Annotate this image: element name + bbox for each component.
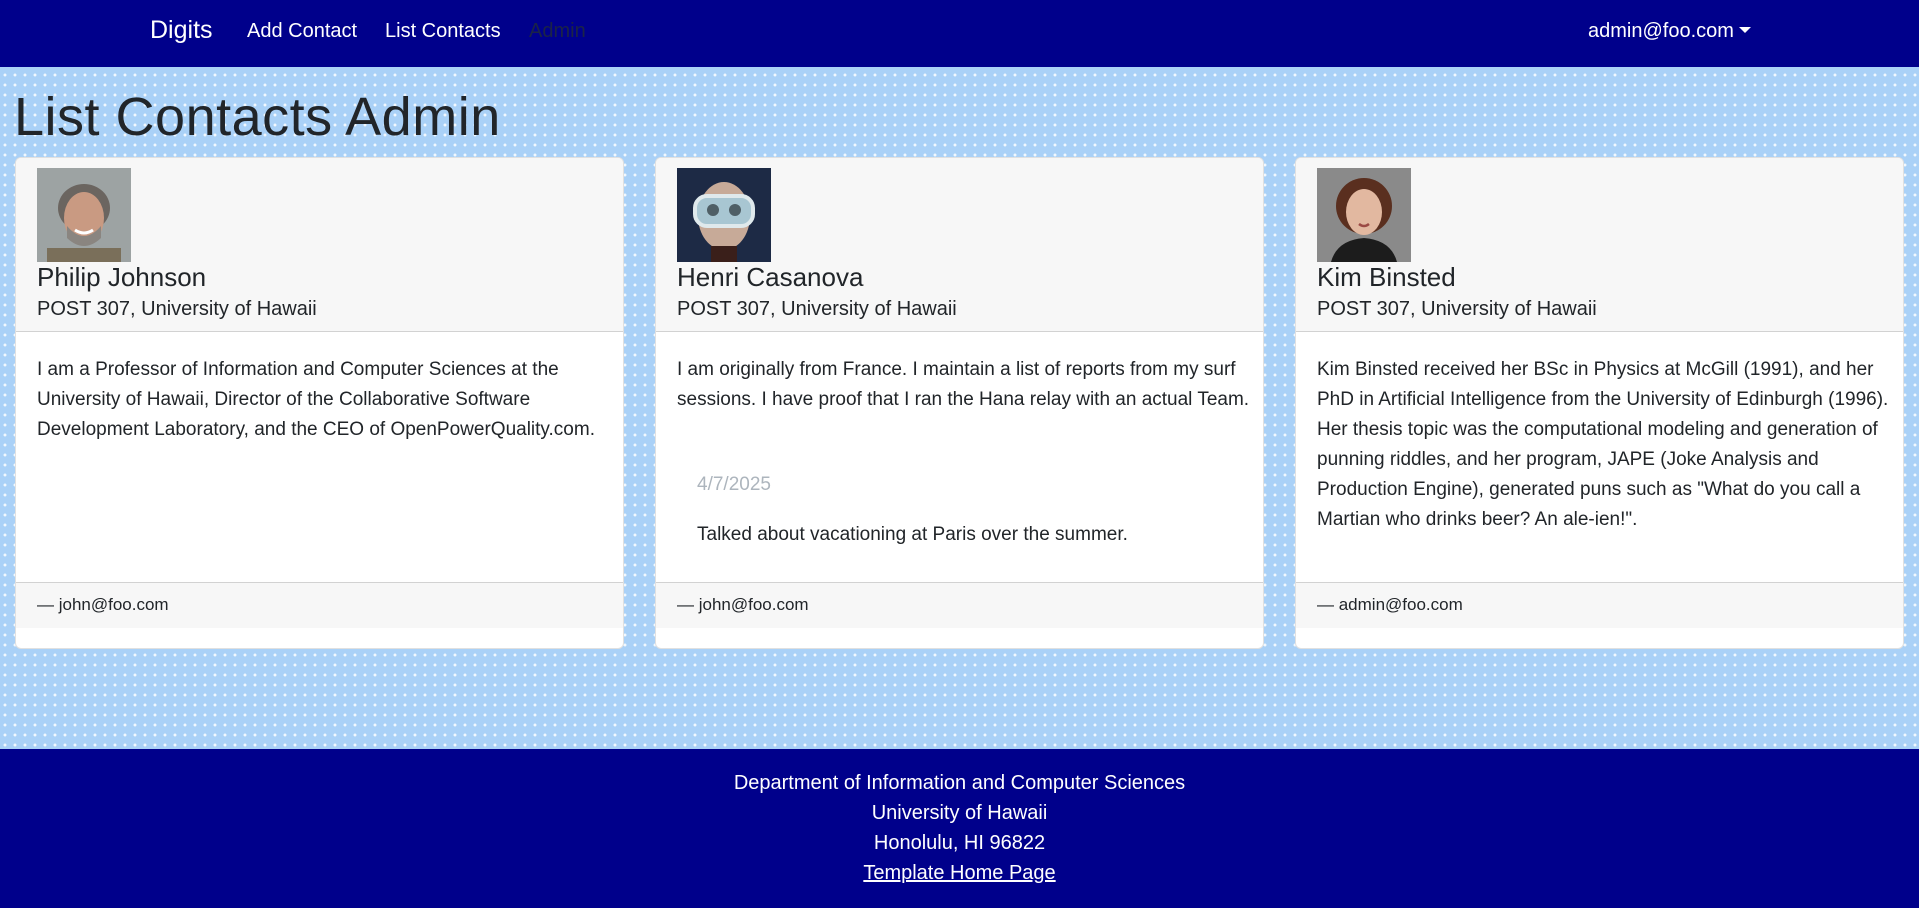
- page-title: List Contacts Admin: [14, 87, 501, 147]
- footer-link-row: Template Home Page: [0, 862, 1919, 885]
- user-menu-dropdown[interactable]: admin@foo.com: [1588, 20, 1751, 43]
- contact-card: Philip Johnson POST 307, University of H…: [15, 157, 624, 649]
- brand-link[interactable]: Digits: [150, 16, 213, 45]
- footer-address: Honolulu, HI 96822: [873, 832, 1046, 854]
- contact-description: Kim Binsted received her BSc in Physics …: [1317, 359, 1889, 530]
- avatar: [677, 168, 771, 262]
- contact-name: Kim Binsted: [1317, 262, 1456, 292]
- card-footer: — admin@foo.com: [1296, 582, 1903, 628]
- contact-description: I am a Professor of Information and Comp…: [37, 359, 595, 440]
- caret-down-icon: [1738, 27, 1751, 33]
- footer-university: University of Hawaii: [871, 802, 1048, 824]
- nav-list-contacts[interactable]: List Contacts: [385, 20, 501, 43]
- contact-address: POST 307, University of Hawaii: [677, 298, 957, 320]
- contact-owner: — john@foo.com: [677, 595, 809, 614]
- contact-card: Kim Binsted POST 307, University of Hawa…: [1295, 157, 1904, 649]
- avatar: [1317, 168, 1411, 262]
- page-footer: Department of Information and Computer S…: [0, 749, 1919, 908]
- nav-add-contact[interactable]: Add Contact: [247, 20, 357, 43]
- top-navbar: Digits Add Contact List Contacts Admin a…: [0, 0, 1919, 67]
- user-email: admin@foo.com: [1588, 20, 1734, 42]
- contact-address: POST 307, University of Hawaii: [37, 298, 317, 320]
- footer-department: Department of Information and Computer S…: [733, 772, 1186, 794]
- avatar: [37, 168, 131, 262]
- card-header: Henri Casanova POST 307, University of H…: [656, 158, 1263, 332]
- contact-name: Philip Johnson: [37, 262, 207, 292]
- contact-description: I am originally from France. I maintain …: [677, 359, 1250, 410]
- note-date: 4/7/2025: [697, 474, 771, 495]
- nav-admin[interactable]: Admin: [529, 20, 586, 43]
- contact-owner: — john@foo.com: [37, 595, 169, 614]
- card-header: Philip Johnson POST 307, University of H…: [16, 158, 623, 332]
- contact-card: Henri Casanova POST 307, University of H…: [655, 157, 1264, 649]
- contact-name: Henri Casanova: [677, 262, 864, 292]
- contact-address: POST 307, University of Hawaii: [1317, 298, 1597, 320]
- card-footer: — john@foo.com: [656, 582, 1263, 628]
- contact-owner: — admin@foo.com: [1317, 595, 1463, 614]
- card-header: Kim Binsted POST 307, University of Hawa…: [1296, 158, 1903, 332]
- template-home-link[interactable]: Template Home Page: [863, 862, 1055, 884]
- note-text: Talked about vacationing at Paris over t…: [697, 524, 1128, 545]
- card-footer: — john@foo.com: [16, 582, 623, 628]
